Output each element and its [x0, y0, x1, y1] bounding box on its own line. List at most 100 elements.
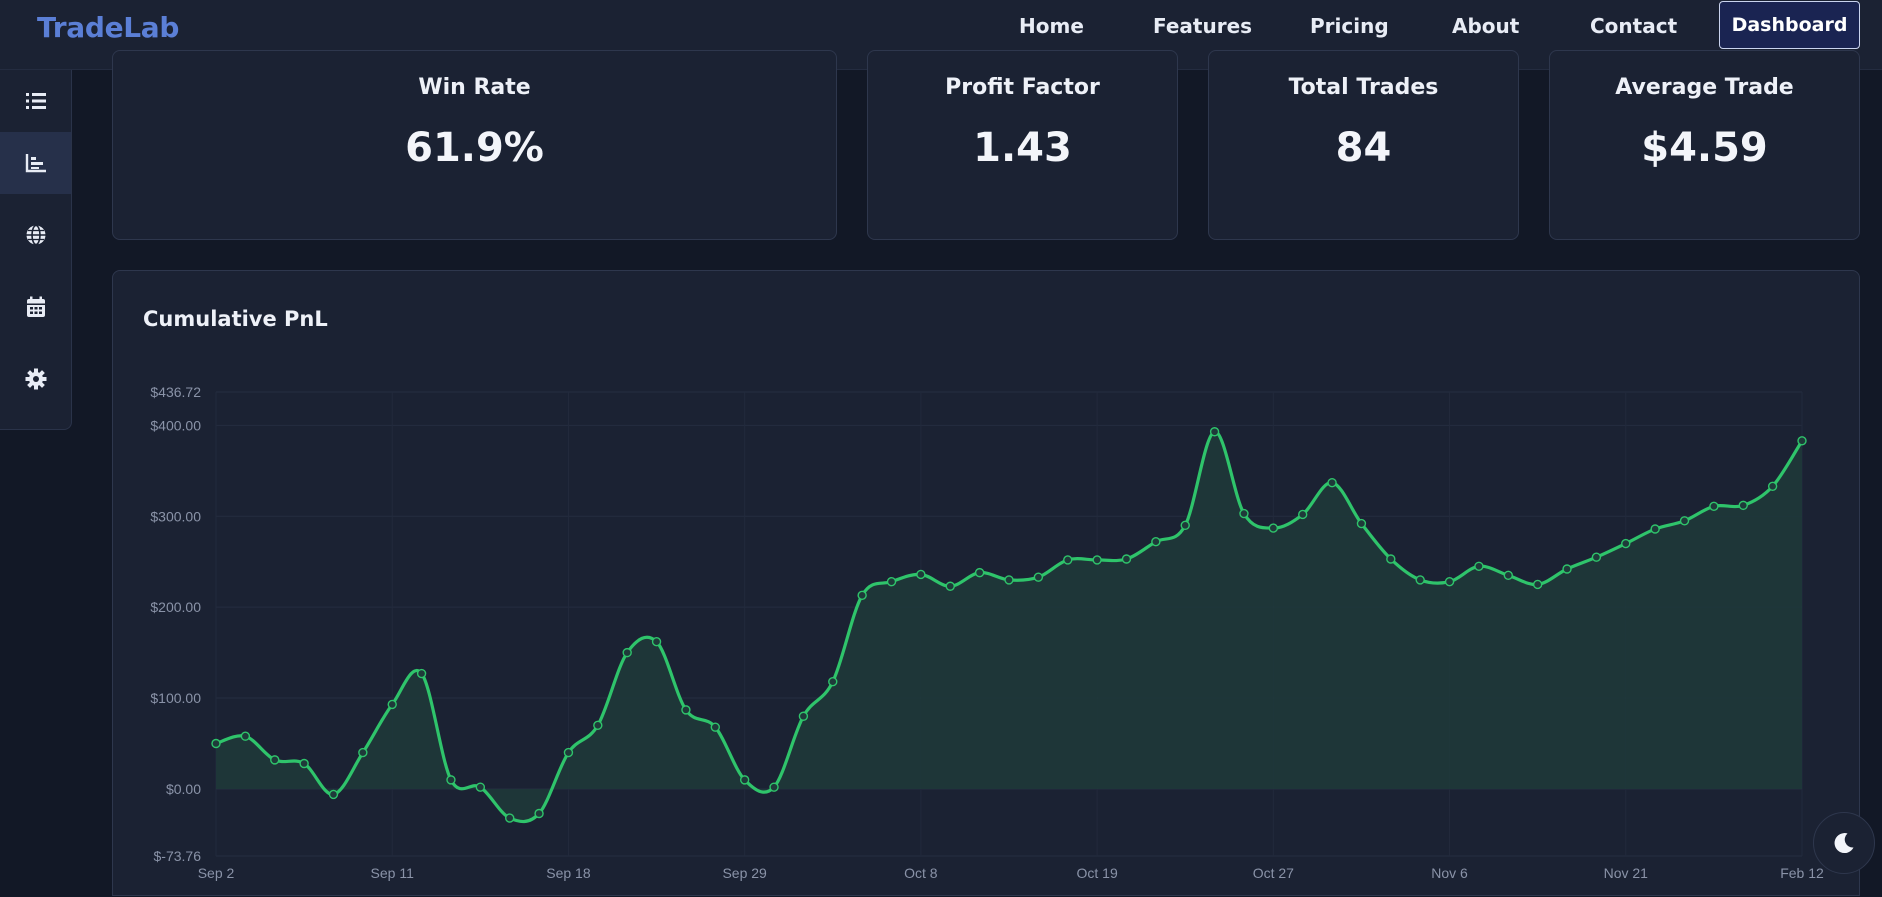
- pnl-area-fill: [216, 431, 1802, 822]
- y-tick-label: $300.00: [150, 508, 201, 524]
- stat-card-total-trades: Total Trades 84: [1208, 50, 1519, 240]
- pnl-data-point[interactable]: [828, 677, 838, 687]
- pnl-data-point[interactable]: [240, 731, 251, 741]
- pnl-data-point[interactable]: [1063, 555, 1073, 565]
- pnl-data-point[interactable]: [1738, 500, 1748, 511]
- pnl-data-point[interactable]: [1151, 537, 1161, 547]
- pnl-data-point[interactable]: [1650, 524, 1660, 534]
- pnl-data-point[interactable]: [505, 813, 515, 823]
- pnl-data-point[interactable]: [475, 782, 486, 792]
- pnl-data-point[interactable]: [1709, 501, 1719, 511]
- nav-pricing[interactable]: Pricing: [1310, 14, 1389, 38]
- cumulative-pnl-chart: $436.72 $400.00 $300.00 $200.00 $100.00 $0.00…: [150, 384, 1824, 881]
- x-tick-label: Feb 12: [1780, 865, 1824, 881]
- pnl-data-point[interactable]: [416, 668, 427, 679]
- nav-features[interactable]: Features: [1153, 14, 1252, 38]
- pnl-data-point[interactable]: [1532, 579, 1543, 590]
- sidebar-item-settings[interactable]: [0, 348, 71, 410]
- stat-value: 1.43: [973, 125, 1072, 171]
- pnl-data-point[interactable]: [1121, 554, 1132, 564]
- pnl-data-point[interactable]: [857, 590, 867, 601]
- theme-toggle-button[interactable]: [1813, 812, 1875, 874]
- pnl-data-point[interactable]: [387, 699, 397, 710]
- moon-icon: [1834, 833, 1854, 854]
- stat-card-profit-factor: Profit Factor 1.43: [867, 50, 1178, 240]
- y-tick-label: $-73.76: [154, 848, 202, 864]
- pnl-data-point[interactable]: [769, 782, 779, 792]
- pnl-data-point[interactable]: [563, 747, 574, 758]
- pnl-data-point[interactable]: [299, 758, 309, 769]
- pnl-data-point[interactable]: [945, 581, 955, 591]
- x-tick-label: Sep 11: [371, 865, 415, 881]
- pnl-data-point[interactable]: [710, 722, 720, 732]
- pnl-data-point[interactable]: [651, 637, 662, 647]
- nav-home[interactable]: Home: [1019, 14, 1084, 38]
- pnl-data-point[interactable]: [1004, 575, 1014, 585]
- x-tick-label: Sep 18: [546, 865, 591, 881]
- stat-value: $4.59: [1641, 125, 1768, 171]
- pnl-data-point[interactable]: [1621, 538, 1631, 549]
- cumulative-pnl-card: Cumulative PnL $436.72 $400.00 $300.00 $200…: [112, 270, 1860, 896]
- x-tick-label: Sep 29: [722, 865, 767, 881]
- pnl-data-point[interactable]: [534, 808, 544, 819]
- pnl-data-point[interactable]: [886, 577, 897, 587]
- pnl-data-point[interactable]: [1415, 575, 1425, 585]
- pnl-data-point[interactable]: [1356, 518, 1367, 529]
- pnl-data-point[interactable]: [270, 755, 280, 765]
- x-tick-label: Nov 6: [1431, 865, 1468, 881]
- pnl-data-point[interactable]: [1797, 436, 1807, 446]
- list-icon: [25, 93, 46, 109]
- nav-contact[interactable]: Contact: [1590, 14, 1677, 38]
- stat-label: Average Trade: [1615, 75, 1794, 100]
- stat-card-win-rate: Win Rate 61.9%: [112, 50, 837, 240]
- pnl-data-point[interactable]: [1298, 509, 1308, 520]
- sidebar-item-calendar[interactable]: [0, 276, 71, 338]
- pnl-data-point[interactable]: [211, 738, 221, 749]
- pnl-data-point[interactable]: [1268, 523, 1279, 533]
- pnl-data-point[interactable]: [1327, 477, 1337, 488]
- pnl-data-point[interactable]: [328, 789, 339, 800]
- x-tick-label: Oct 19: [1076, 865, 1117, 881]
- sidebar: [0, 70, 72, 430]
- stat-card-average-trade: Average Trade $4.59: [1549, 50, 1860, 240]
- pnl-data-point[interactable]: [1591, 552, 1602, 562]
- pnl-data-point[interactable]: [1209, 427, 1220, 437]
- pnl-data-point[interactable]: [739, 775, 750, 785]
- brand-logo[interactable]: TradeLab: [37, 11, 179, 44]
- pnl-data-point[interactable]: [1092, 555, 1102, 565]
- pnl-data-point[interactable]: [622, 647, 632, 658]
- pnl-data-point[interactable]: [593, 720, 603, 731]
- stat-label: Win Rate: [418, 75, 531, 100]
- pnl-data-point[interactable]: [1239, 508, 1249, 519]
- stat-label: Total Trades: [1288, 75, 1439, 100]
- pnl-data-point[interactable]: [358, 747, 368, 758]
- y-tick-label: $400.00: [150, 417, 201, 433]
- y-tick-label: $200.00: [150, 599, 201, 615]
- x-tick-label: Oct 27: [1253, 865, 1294, 881]
- pnl-data-point[interactable]: [1033, 572, 1044, 582]
- sidebar-item-charts[interactable]: [0, 132, 71, 194]
- pnl-data-point[interactable]: [1767, 481, 1778, 491]
- x-tick-label: Sep 2: [198, 865, 235, 881]
- pnl-data-point[interactable]: [446, 775, 456, 785]
- pnl-data-point[interactable]: [974, 567, 985, 578]
- sidebar-item-globe[interactable]: [0, 204, 71, 266]
- pnl-data-point[interactable]: [1679, 516, 1690, 526]
- pnl-data-point[interactable]: [1180, 520, 1190, 531]
- pnl-data-point[interactable]: [798, 711, 809, 721]
- pnl-data-point[interactable]: [1503, 570, 1513, 581]
- y-tick-label: $436.72: [150, 384, 201, 400]
- pnl-data-point[interactable]: [1444, 577, 1455, 587]
- sidebar-item-list[interactable]: [0, 70, 71, 132]
- pnl-data-point[interactable]: [916, 569, 926, 580]
- nav-about[interactable]: About: [1452, 14, 1519, 38]
- pnl-data-point[interactable]: [681, 705, 691, 715]
- x-tick-label: Nov 21: [1604, 865, 1649, 881]
- pnl-data-point[interactable]: [1562, 564, 1572, 574]
- y-tick-label: $100.00: [150, 690, 201, 706]
- pnl-data-point[interactable]: [1474, 561, 1484, 571]
- globe-icon: [26, 224, 45, 246]
- dashboard-button[interactable]: Dashboard: [1719, 1, 1860, 49]
- pnl-data-point[interactable]: [1386, 554, 1396, 564]
- y-tick-label: $0.00: [166, 781, 201, 797]
